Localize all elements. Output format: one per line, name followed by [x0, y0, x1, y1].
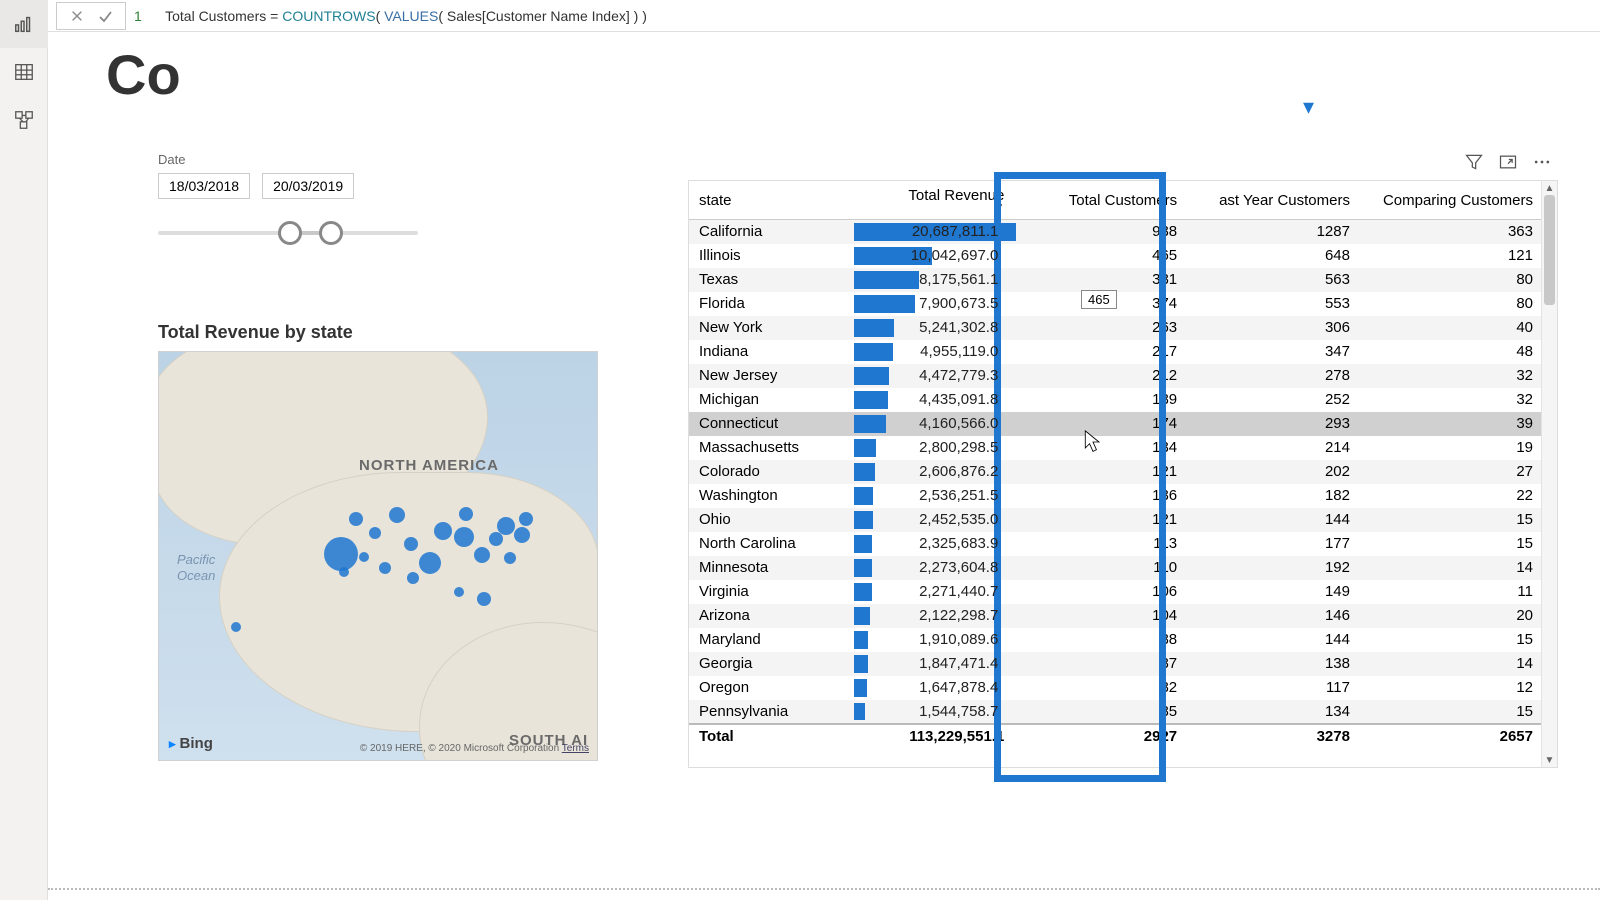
table-row[interactable]: Michigan4,435,091.818925232: [689, 388, 1543, 412]
formula-bar[interactable]: 1 Total Customers = COUNTROWS( VALUES( S…: [48, 0, 1600, 32]
date-start-input[interactable]: 18/03/2018: [158, 173, 250, 199]
table-row[interactable]: Indiana4,955,119.021734748: [689, 340, 1543, 364]
table-row[interactable]: Massachusetts2,800,298.513421419: [689, 436, 1543, 460]
table-visual[interactable]: state Total Revenue▼ Total Customers ast…: [688, 180, 1558, 768]
scrollbar-thumb[interactable]: [1544, 195, 1555, 305]
report-canvas: Co ▾ Date 18/03/2018 20/03/2019 Total Re…: [48, 32, 1600, 900]
data-view-button[interactable]: [0, 48, 48, 96]
commit-formula-icon[interactable]: [95, 6, 115, 26]
date-slider[interactable]: [158, 213, 418, 253]
table-row[interactable]: Colorado2,606,876.212120227: [689, 460, 1543, 484]
table-scrollbar[interactable]: ▲ ▼: [1541, 181, 1557, 767]
map-title: Total Revenue by state: [158, 322, 598, 343]
table-row[interactable]: Pennsylvania1,544,758.78513415: [689, 700, 1543, 724]
map-area[interactable]: NORTH AMERICA SOUTH AI PacificOcean: [158, 351, 598, 761]
col-header-revenue[interactable]: Total Revenue▼: [852, 181, 1015, 220]
col-header-last-year[interactable]: ast Year Customers: [1187, 181, 1360, 220]
table-row[interactable]: Maryland1,910,089.68814415: [689, 628, 1543, 652]
cell-tooltip: 465: [1081, 290, 1117, 309]
slider-handle-start[interactable]: [278, 221, 302, 245]
table-header-row: state Total Revenue▼ Total Customers ast…: [689, 181, 1543, 220]
filter-icon[interactable]: [1464, 152, 1484, 177]
table-row[interactable]: Texas8,175,561.138156380: [689, 268, 1543, 292]
model-view-button[interactable]: [0, 96, 48, 144]
visual-header: [1464, 152, 1552, 177]
focus-mode-icon[interactable]: [1498, 152, 1518, 177]
data-table: state Total Revenue▼ Total Customers ast…: [689, 181, 1543, 748]
scroll-down-icon[interactable]: ▼: [1542, 753, 1557, 767]
table-row[interactable]: New Jersey4,472,779.321227832: [689, 364, 1543, 388]
map-label-ocean: PacificOcean: [177, 552, 215, 583]
view-rail: [0, 0, 48, 900]
formula-line-number: 1: [126, 8, 150, 24]
table-row[interactable]: Connecticut4,160,566.017429339: [689, 412, 1543, 436]
table-total-row: Total 113,229,551.1 2927 3278 2657: [689, 724, 1543, 748]
col-header-state[interactable]: state: [689, 181, 852, 220]
col-header-total-customers[interactable]: Total Customers: [1014, 181, 1187, 220]
map-credits: © 2019 HERE, © 2020 Microsoft Corporatio…: [360, 743, 589, 754]
table-row[interactable]: New York5,241,302.826330640: [689, 316, 1543, 340]
table-row[interactable]: Washington2,536,251.513618222: [689, 484, 1543, 508]
bing-logo: Bing: [169, 735, 213, 752]
date-slicer[interactable]: Date 18/03/2018 20/03/2019: [158, 152, 418, 253]
slicer-label: Date: [158, 152, 418, 167]
map-visual[interactable]: Total Revenue by state NORTH AMERICA SOU…: [158, 322, 598, 761]
table-row[interactable]: Virginia2,271,440.710614911: [689, 580, 1543, 604]
col-header-comparing[interactable]: Comparing Customers: [1360, 181, 1543, 220]
chevron-down-icon[interactable]: ▾: [1303, 94, 1314, 120]
report-view-button[interactable]: [0, 0, 48, 48]
cancel-formula-icon[interactable]: [67, 6, 87, 26]
scroll-up-icon[interactable]: ▲: [1542, 181, 1557, 195]
date-end-input[interactable]: 20/03/2019: [262, 173, 354, 199]
page-separator: [48, 888, 1600, 890]
page-title: Co: [106, 42, 181, 107]
table-row[interactable]: California20,687,811.19381287363: [689, 220, 1543, 244]
table-row[interactable]: Illinois10,042,697.0465648121: [689, 244, 1543, 268]
table-row[interactable]: North Carolina2,325,683.911317715: [689, 532, 1543, 556]
table-row[interactable]: Arizona2,122,298.710414620: [689, 604, 1543, 628]
slider-handle-end[interactable]: [319, 221, 343, 245]
map-label-na: NORTH AMERICA: [359, 457, 499, 474]
more-options-icon[interactable]: [1532, 152, 1552, 177]
table-row[interactable]: Georgia1,847,471.48713814: [689, 652, 1543, 676]
formula-buttons: [56, 2, 126, 30]
table-row[interactable]: Ohio2,452,535.012114415: [689, 508, 1543, 532]
table-row[interactable]: Oregon1,647,878.48211712: [689, 676, 1543, 700]
table-row[interactable]: Minnesota2,273,604.811019214: [689, 556, 1543, 580]
